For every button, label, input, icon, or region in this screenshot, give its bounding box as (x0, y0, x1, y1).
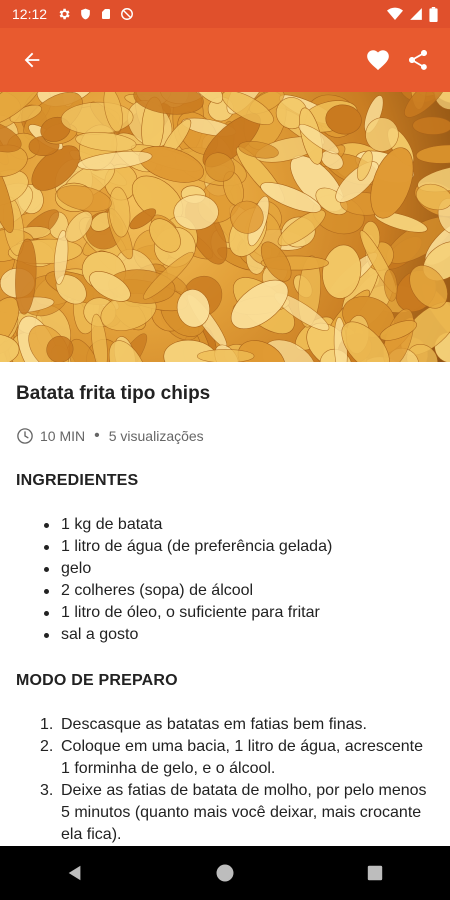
wifi-icon (387, 7, 403, 20)
ingredient-item: 2 colheres (sopa) de álcool (44, 580, 434, 602)
heart-icon (367, 50, 389, 71)
step-item: 2. Coloque em uma bacia, 1 litro de água,… (40, 736, 434, 780)
settings-gear-icon (59, 8, 70, 20)
do-not-disturb-icon (121, 8, 133, 20)
ingredient-item: gelo (44, 558, 434, 580)
battery-icon (429, 6, 438, 22)
circle-home-icon (216, 864, 234, 882)
sd-card-icon (102, 9, 111, 19)
step-text: Coloque em uma bacia, 1 litro de água, a… (61, 738, 423, 777)
step-number: 3. (40, 782, 54, 799)
recipe-photo (0, 92, 450, 362)
recipe-meta: 10 MIN • 5 visualizações (16, 426, 434, 446)
shield-icon (81, 8, 90, 20)
step-number: 1. (40, 716, 54, 733)
step-number: 2. (40, 738, 54, 755)
status-system-icons (387, 6, 438, 22)
back-button[interactable] (12, 40, 52, 80)
nav-home-button[interactable] (195, 846, 255, 900)
nav-recents-button[interactable] (345, 846, 405, 900)
meta-separator: • (94, 427, 100, 444)
recipe-content: Batata frita tipo chips 10 MIN • 5 visua… (0, 362, 450, 846)
ingredient-item: 1 kg de batata (44, 514, 434, 536)
steps-list: 1. Descasque as batatas em fatias bem fin… (16, 714, 434, 846)
triangle-back-icon (68, 865, 81, 881)
share-icon (409, 50, 427, 70)
recipe-title: Batata frita tipo chips (16, 383, 211, 404)
step-item: 1. Descasque as batatas em fatias bem fin… (40, 714, 434, 736)
ingredient-item: sal a gosto (44, 624, 434, 646)
method-heading: MODO DE PREPARO (16, 672, 178, 689)
signal-icon (410, 8, 422, 20)
share-button[interactable] (398, 40, 438, 80)
square-recents-icon (367, 865, 383, 881)
ingredient-item: 1 litro de água (de preferência gelada) (44, 536, 434, 558)
status-bar: 12:12 (0, 0, 450, 28)
view-count: 5 visualizações (108, 428, 204, 444)
system-nav-bar (0, 846, 450, 900)
ingredients-heading: INGREDIENTES (16, 472, 139, 489)
step-text: Deixe as fatias de batata de molho, por … (61, 782, 427, 843)
app-bar (0, 28, 450, 92)
nav-back-button[interactable] (45, 846, 105, 900)
clock-icon (16, 427, 34, 445)
arrow-left-icon (24, 52, 40, 68)
status-time: 12:12 (12, 6, 48, 22)
ingredient-item: 1 litro de óleo, o suficiente para frita… (44, 602, 434, 624)
ingredients-list: 1 kg de batata 1 litro de água (de prefe… (16, 514, 434, 646)
step-item: 3. Deixe as fatias de batata de molho, po… (40, 780, 434, 846)
potato-chips-image (0, 92, 450, 362)
prep-time: 10 MIN (40, 428, 86, 444)
step-text: Descasque as batatas em fatias bem finas… (61, 716, 367, 733)
status-notification-icons (57, 7, 134, 21)
favorite-button[interactable] (358, 40, 398, 80)
